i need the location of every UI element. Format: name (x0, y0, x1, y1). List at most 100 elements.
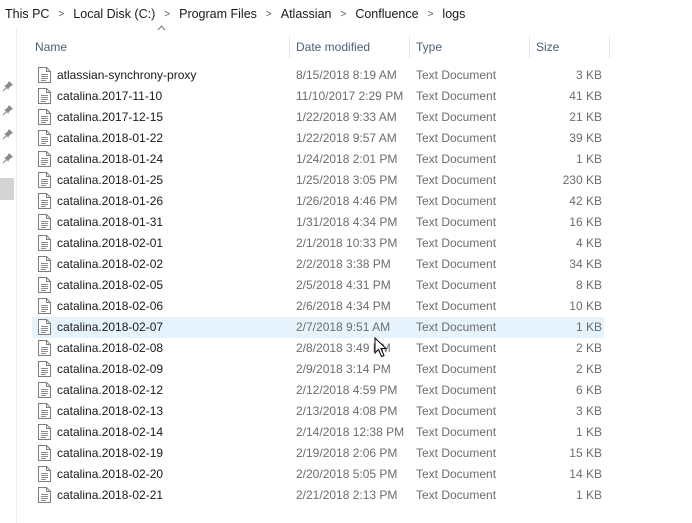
pin-icon[interactable] (2, 128, 14, 140)
file-size: 14 KB (569, 467, 602, 481)
breadcrumb-program-files[interactable]: Program Files (177, 7, 259, 21)
file-name: atlassian-synchrony-proxy (57, 68, 197, 82)
sort-up-icon (157, 25, 166, 31)
file-row[interactable]: catalina.2018-02-09 2/9/2018 3:14 PM Text … (32, 359, 604, 380)
breadcrumb-local-disk[interactable]: Local Disk (C:) (71, 7, 157, 21)
pin-icon[interactable] (2, 104, 14, 116)
file-name: catalina.2018-02-07 (57, 320, 164, 334)
file-size: 10 KB (569, 299, 602, 313)
text-document-icon (38, 487, 51, 503)
text-document-icon (38, 361, 51, 377)
file-type: Text Document (416, 152, 497, 166)
column-header-size[interactable]: Size (530, 36, 610, 58)
file-name: catalina.2018-01-25 (57, 173, 164, 187)
file-date-modified: 2/1/2018 10:33 PM (296, 236, 398, 250)
file-type: Text Document (416, 131, 497, 145)
file-type: Text Document (416, 110, 497, 124)
text-document-icon (38, 424, 51, 440)
file-row[interactable]: catalina.2017-11-10 11/10/2017 2:29 PM Tex… (32, 86, 604, 107)
file-date-modified: 2/20/2018 5:05 PM (296, 467, 398, 481)
text-document-icon (38, 88, 51, 104)
file-size: 21 KB (569, 110, 602, 124)
file-row[interactable]: catalina.2018-02-08 2/8/2018 3:49 PM Text … (32, 338, 604, 359)
chevron-right-icon[interactable]: > (51, 9, 71, 20)
file-row[interactable]: catalina.2018-02-14 2/14/2018 12:38 PM Tex… (32, 422, 604, 443)
file-row[interactable]: catalina.2018-01-24 1/24/2018 2:01 PM Text… (32, 149, 604, 170)
file-size: 3 KB (575, 404, 602, 418)
file-date-modified: 2/14/2018 12:38 PM (296, 425, 405, 439)
file-date-modified: 2/12/2018 4:59 PM (296, 383, 398, 397)
text-document-icon (38, 466, 51, 482)
chevron-right-icon[interactable]: > (157, 9, 177, 20)
text-document-icon (38, 298, 51, 314)
breadcrumb-this-pc[interactable]: This PC (0, 7, 51, 21)
nav-scrollbar-thumb[interactable] (0, 178, 14, 200)
text-document-icon (38, 277, 51, 293)
column-header-name[interactable]: Name (18, 25, 290, 58)
file-date-modified: 1/22/2018 9:33 AM (296, 110, 397, 124)
file-type: Text Document (416, 299, 497, 313)
breadcrumb-logs[interactable]: logs (440, 7, 467, 21)
file-row[interactable]: catalina.2018-01-22 1/22/2018 9:57 AM Text… (32, 128, 604, 149)
file-size: 1 KB (575, 425, 602, 439)
file-date-modified: 1/31/2018 4:34 PM (296, 215, 398, 229)
file-size: 6 KB (575, 383, 602, 397)
pin-icon[interactable] (2, 80, 14, 92)
file-name: catalina.2018-02-05 (57, 278, 164, 292)
file-row[interactable]: catalina.2018-02-05 2/5/2018 4:31 PM Text … (32, 275, 604, 296)
breadcrumb: This PC > Local Disk (C:) > Program File… (0, 0, 692, 28)
column-header-name-label: Name (35, 40, 68, 54)
file-name: catalina.2018-01-26 (57, 194, 164, 208)
file-row[interactable]: catalina.2018-02-19 2/19/2018 2:06 PM Text… (32, 443, 604, 464)
file-date-modified: 11/10/2017 2:29 PM (296, 89, 404, 103)
file-date-modified: 1/26/2018 4:46 PM (296, 194, 398, 208)
chevron-right-icon[interactable]: > (333, 9, 353, 20)
text-document-icon (38, 109, 51, 125)
file-type: Text Document (416, 89, 497, 103)
file-row[interactable]: catalina.2018-02-20 2/20/2018 5:05 PM Text… (32, 464, 604, 485)
pin-icon[interactable] (2, 152, 14, 164)
file-row[interactable]: catalina.2018-02-12 2/12/2018 4:59 PM Text… (32, 380, 604, 401)
file-row[interactable]: catalina.2018-02-21 2/21/2018 2:13 PM Text… (32, 485, 604, 506)
file-type: Text Document (416, 236, 497, 250)
breadcrumb-atlassian[interactable]: Atlassian (279, 7, 334, 21)
column-header-type[interactable]: Type (410, 36, 530, 58)
text-document-icon (38, 214, 51, 230)
file-size: 1 KB (575, 488, 602, 502)
file-size: 15 KB (569, 446, 602, 460)
breadcrumb-confluence[interactable]: Confluence (353, 7, 420, 21)
file-row[interactable]: catalina.2018-01-31 1/31/2018 4:34 PM Text… (32, 212, 604, 233)
file-row[interactable]: catalina.2018-01-25 1/25/2018 3:05 PM Text… (32, 170, 604, 191)
file-type: Text Document (416, 215, 497, 229)
file-type: Text Document (416, 383, 497, 397)
file-row[interactable]: atlassian-synchrony-proxy 8/15/2018 8:19 … (32, 65, 604, 86)
file-row[interactable]: catalina.2018-02-02 2/2/2018 3:38 PM Text … (32, 254, 604, 275)
text-document-icon (38, 67, 51, 83)
file-row[interactable]: catalina.2018-02-13 2/13/2018 4:08 PM Text… (32, 401, 604, 422)
text-document-icon (38, 319, 51, 335)
file-row[interactable]: catalina.2018-01-26 1/26/2018 4:46 PM Text… (32, 191, 604, 212)
file-name: catalina.2018-02-20 (57, 467, 164, 481)
text-document-icon (38, 403, 51, 419)
file-size: 3 KB (575, 68, 602, 82)
file-date-modified: 1/22/2018 9:57 AM (296, 131, 397, 145)
chevron-right-icon[interactable]: > (259, 9, 279, 20)
file-row[interactable]: catalina.2018-02-07 2/7/2018 9:51 AM Text … (32, 317, 604, 338)
file-name: catalina.2018-02-02 (57, 257, 164, 271)
file-type: Text Document (416, 467, 497, 481)
text-document-icon (38, 130, 51, 146)
file-name: catalina.2018-01-31 (57, 215, 164, 229)
file-name: catalina.2018-02-14 (57, 425, 164, 439)
chevron-right-icon[interactable]: > (421, 9, 441, 20)
file-date-modified: 2/13/2018 4:08 PM (296, 404, 398, 418)
file-row[interactable]: catalina.2018-02-01 2/1/2018 10:33 PM Text… (32, 233, 604, 254)
file-date-modified: 2/6/2018 4:34 PM (296, 299, 391, 313)
text-document-icon (38, 235, 51, 251)
file-row[interactable]: catalina.2018-02-06 2/6/2018 4:34 PM Text … (32, 296, 604, 317)
text-document-icon (38, 382, 51, 398)
column-divider[interactable] (609, 36, 610, 58)
column-header-date[interactable]: Date modified (290, 36, 410, 58)
file-row[interactable]: catalina.2017-12-15 1/22/2018 9:33 AM Text… (32, 107, 604, 128)
file-size: 8 KB (575, 278, 602, 292)
file-type: Text Document (416, 194, 497, 208)
